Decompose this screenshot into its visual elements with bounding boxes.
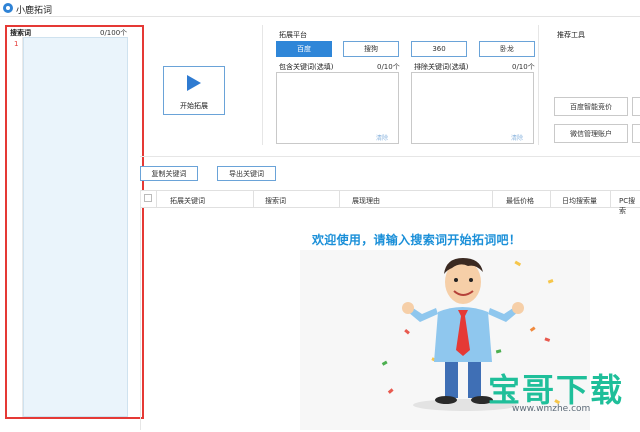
exclude-clear-link[interactable]: 清除: [511, 133, 523, 142]
start-expand-label: 开始拓展: [180, 102, 208, 110]
tool-wechat-account-button[interactable]: 微信管理账户: [554, 124, 628, 143]
column-divider: [610, 191, 611, 207]
line-number: 1: [14, 40, 19, 48]
platform-baidu-button[interactable]: 百度: [276, 41, 332, 57]
platform-title: 拓展平台: [279, 31, 307, 39]
column-divider: [339, 191, 340, 207]
col-search-term[interactable]: 搜索词: [265, 196, 286, 206]
include-keywords-label: 包含关键词(选填): [279, 63, 334, 71]
col-daily-searches[interactable]: 日均搜索量: [562, 196, 597, 206]
select-all-checkbox[interactable]: [144, 194, 152, 202]
column-divider: [492, 191, 493, 207]
copy-keywords-button[interactable]: 复制关键词: [140, 166, 198, 181]
app-logo-icon: [3, 3, 13, 13]
play-icon: [187, 75, 201, 91]
divider: [538, 25, 539, 145]
platform-wolong-button[interactable]: 卧龙: [479, 41, 535, 57]
tool-button-partial[interactable]: [632, 124, 640, 143]
results-table-header: 拓展关键词 搜索词 展现理由 最低价格 日均搜索量 PC搜索: [140, 190, 640, 215]
col-min-price[interactable]: 最低价格: [506, 196, 534, 206]
col-pc-search[interactable]: PC搜索: [619, 196, 640, 216]
table-border: [140, 190, 141, 430]
column-divider: [253, 191, 254, 207]
column-divider: [550, 191, 551, 207]
start-expand-button[interactable]: 开始拓展: [163, 66, 225, 115]
col-display-reason[interactable]: 展现理由: [352, 196, 380, 206]
tools-title: 推荐工具: [557, 31, 585, 39]
platform-360-button[interactable]: 360: [411, 41, 467, 57]
export-keywords-button[interactable]: 导出关键词: [217, 166, 276, 181]
watermark-url: www.wmzhe.com: [512, 404, 591, 414]
exclude-keywords-label: 排除关键词(选填): [414, 63, 469, 71]
tool-baidu-bidding-button[interactable]: 百度智能竞价: [554, 97, 628, 116]
column-divider: [156, 191, 157, 207]
exclude-keywords-count: 0/10个: [512, 63, 535, 71]
divider: [140, 156, 640, 157]
welcome-message: 欢迎使用，请输入搜索词开始拓词吧！: [312, 233, 522, 247]
line-number-gutter: [10, 37, 23, 417]
col-expanded-keyword[interactable]: 拓展关键词: [170, 196, 205, 206]
platform-sogou-button[interactable]: 搜狗: [343, 41, 399, 57]
divider: [262, 25, 263, 145]
search-terms-input[interactable]: [23, 37, 128, 417]
title-bar: [0, 0, 640, 17]
include-clear-link[interactable]: 清除: [376, 133, 388, 142]
include-keywords-count: 0/10个: [377, 63, 400, 71]
window-title: 小鹿拓词: [16, 6, 53, 16]
tool-button-partial[interactable]: [632, 97, 640, 116]
